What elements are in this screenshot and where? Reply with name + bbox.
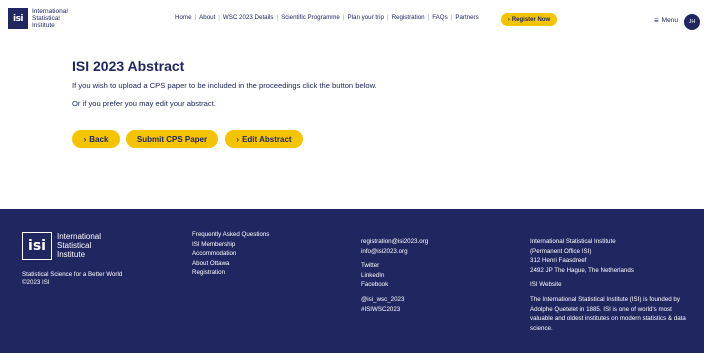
footer-link-faq[interactable]: Frequently Asked Questions [192,230,269,240]
footer-address-line: 312 Henri Faasdreef [530,257,587,265]
footer-address-line: (Permanent Office ISI) [530,247,592,255]
nav-registration[interactable]: Registration [392,14,425,21]
nav-separator: | [218,14,220,21]
footer-isi-logo[interactable]: isi International Statistical Institute [22,232,117,260]
footer-about: International Statistical Institute (Per… [530,237,692,333]
footer-link-registration[interactable]: Registration [192,268,269,278]
footer-link-isi-website[interactable]: ISI Website [530,280,692,290]
nav-separator: | [342,14,345,21]
nav-scientific-programme[interactable]: Scientific Programme [281,14,340,21]
footer-logo-text: International Statistical Institute [57,232,102,259]
footer-link-about-ottawa[interactable]: About Ottawa [192,259,269,269]
main-nav: Home | About | WSC 2023 Details | Scientifi… [175,14,479,21]
edit-abstract-label: Edit Abstract [242,134,292,144]
nav-faqs[interactable]: FAQs [432,14,447,21]
footer-handle[interactable]: @isi_wsc_2023 [361,295,428,305]
site-header: isi International Statistical Institute … [0,0,704,40]
menu-label: Menu [661,17,678,24]
nav-wsc-details[interactable]: WSC 2023 Details [223,14,274,21]
nav-separator: | [427,14,430,21]
back-button[interactable]: › Back [72,130,120,148]
footer-links: Frequently Asked Questions ISI Membershi… [192,230,269,278]
site-footer: isi International Statistical Institute … [0,209,704,353]
footer-contact: registration@isi2023.org info@isi2023.or… [361,237,428,314]
footer-copyright: ©2023 ISI [22,279,50,286]
footer-tagline-block: Statistical Science for a Better World ©… [22,271,122,287]
footer-email-info[interactable]: info@isi2023.org [361,247,428,257]
register-now-label: Register Now [511,16,551,23]
nav-partners[interactable]: Partners [455,14,478,21]
chevron-right-icon: › [507,16,510,23]
isi-logo-mark: isi [8,8,28,29]
avatar[interactable]: JH [684,14,700,30]
nav-separator: | [386,14,389,21]
footer-hashtag[interactable]: #ISIWSC2023 [361,305,428,315]
nav-separator: | [194,14,197,21]
back-label: Back [89,134,109,144]
submit-cps-paper-button[interactable]: Submit CPS Paper [126,130,218,148]
footer-address-line: 2492 JP The Hague, The Netherlands [530,266,634,274]
nav-separator: | [450,14,453,21]
footer-link-facebook[interactable]: Facebook [361,280,428,290]
footer-tagline: Statistical Science for a Better World [22,271,123,278]
footer-link-membership[interactable]: ISI Membership [192,240,269,250]
hamburger-icon: ≡ [654,16,659,25]
footer-email-registration[interactable]: registration@isi2023.org [361,237,428,247]
nav-home[interactable]: Home [175,14,192,21]
footer-about-text: The International Statistical Institute … [530,295,686,332]
submit-cps-label: Submit CPS Paper [136,134,208,144]
menu-button[interactable]: ≡ Menu [654,16,678,25]
register-now-button[interactable]: › Register Now [501,13,557,26]
footer-address-line: International Statistical Institute [530,238,616,245]
nav-about[interactable]: About [199,14,215,21]
footer-link-accommodation[interactable]: Accommodation [192,249,269,259]
chevron-right-icon: › [236,134,240,144]
footer-link-linkedin[interactable]: LinkedIn [361,271,428,281]
page-title: ISI 2023 Abstract [72,58,185,74]
footer-link-twitter[interactable]: Twitter [361,261,428,271]
nav-plan-trip[interactable]: Plan your trip [348,14,384,21]
edit-abstract-button[interactable]: › Edit Abstract [225,130,303,148]
chevron-right-icon: › [83,134,87,144]
footer-logo-mark: isi [22,232,52,260]
upload-instructions: If you wish to upload a CPS paper to be … [72,81,377,90]
nav-separator: | [276,14,279,21]
isi-logo-text: International Statistical Institute [32,8,68,29]
isi-logo[interactable]: isi International Statistical Institute [8,8,72,29]
edit-instructions: Or if you prefer you may edit your abstr… [72,99,216,108]
